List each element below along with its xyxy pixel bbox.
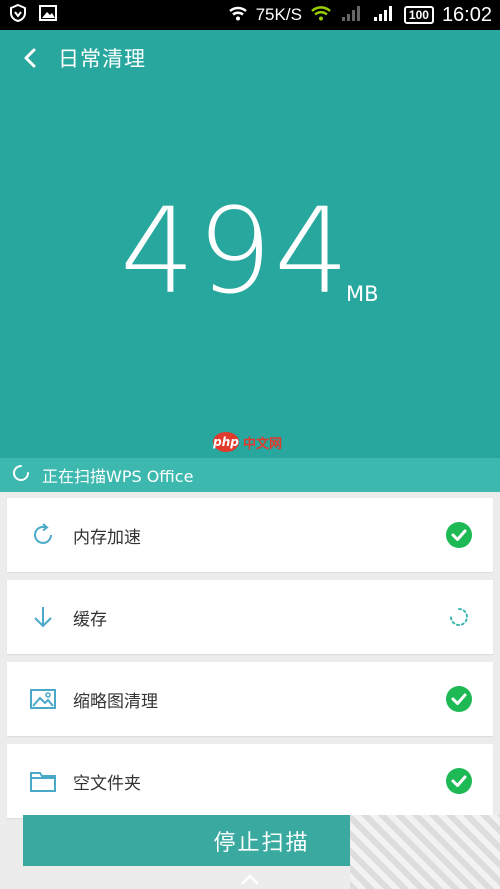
list-item-label: 内存加速 bbox=[73, 527, 141, 548]
list-item-cache[interactable]: 缓存 bbox=[7, 580, 493, 654]
check-icon bbox=[445, 767, 473, 795]
refresh-icon bbox=[29, 521, 57, 549]
shield-icon bbox=[8, 3, 28, 28]
watermark-logo: php bbox=[213, 432, 239, 452]
scan-status-text: 正在扫描WPS Office bbox=[42, 467, 194, 486]
download-arrow-icon bbox=[29, 603, 57, 631]
network-speed: 75K/S bbox=[255, 5, 302, 24]
list-item-memory-boost[interactable]: 内存加速 bbox=[7, 498, 493, 572]
list-item-thumbnail-clean[interactable]: 缩略图清理 bbox=[7, 662, 493, 736]
stop-scan-button[interactable]: 停止扫描 bbox=[23, 815, 350, 866]
list-item-label: 缩略图清理 bbox=[73, 691, 158, 712]
app-bar: 日常清理 bbox=[0, 30, 500, 86]
folder-icon bbox=[29, 767, 57, 795]
junk-size-value: 494 bbox=[120, 182, 352, 320]
loading-spinner-icon bbox=[445, 603, 473, 631]
list-item-label: 缓存 bbox=[73, 609, 107, 630]
back-button[interactable] bbox=[18, 46, 42, 70]
loading-spinner-icon bbox=[12, 464, 30, 486]
wifi-icon bbox=[228, 4, 248, 27]
summary-panel: 日常清理 494 MB php 中文网 bbox=[0, 30, 500, 458]
signal-icon bbox=[340, 4, 364, 27]
watermark: php 中文网 bbox=[213, 432, 282, 452]
chevron-up-icon[interactable] bbox=[240, 872, 260, 886]
list-item-empty-folder[interactable]: 空文件夹 bbox=[7, 744, 493, 818]
clock: 16:02 bbox=[441, 3, 492, 26]
junk-size-unit: MB bbox=[346, 282, 379, 306]
watermark-text: 中文网 bbox=[243, 436, 283, 452]
wifi-hotspot-icon bbox=[310, 4, 332, 27]
check-icon bbox=[445, 685, 473, 713]
stop-scan-label: 停止扫描 bbox=[213, 830, 310, 856]
gallery-icon bbox=[38, 3, 58, 28]
list-item-label: 空文件夹 bbox=[73, 773, 141, 794]
check-icon bbox=[445, 521, 473, 549]
image-icon bbox=[29, 685, 57, 713]
scan-status-bar: 正在扫描WPS Office bbox=[0, 458, 500, 492]
blurred-region bbox=[350, 815, 500, 889]
signal-icon-2 bbox=[372, 4, 396, 27]
page-title: 日常清理 bbox=[58, 47, 146, 71]
chevron-left-icon bbox=[24, 48, 36, 68]
status-bar: 75K/S 100 16:02 bbox=[0, 0, 500, 30]
battery-indicator: 100 bbox=[403, 6, 434, 24]
